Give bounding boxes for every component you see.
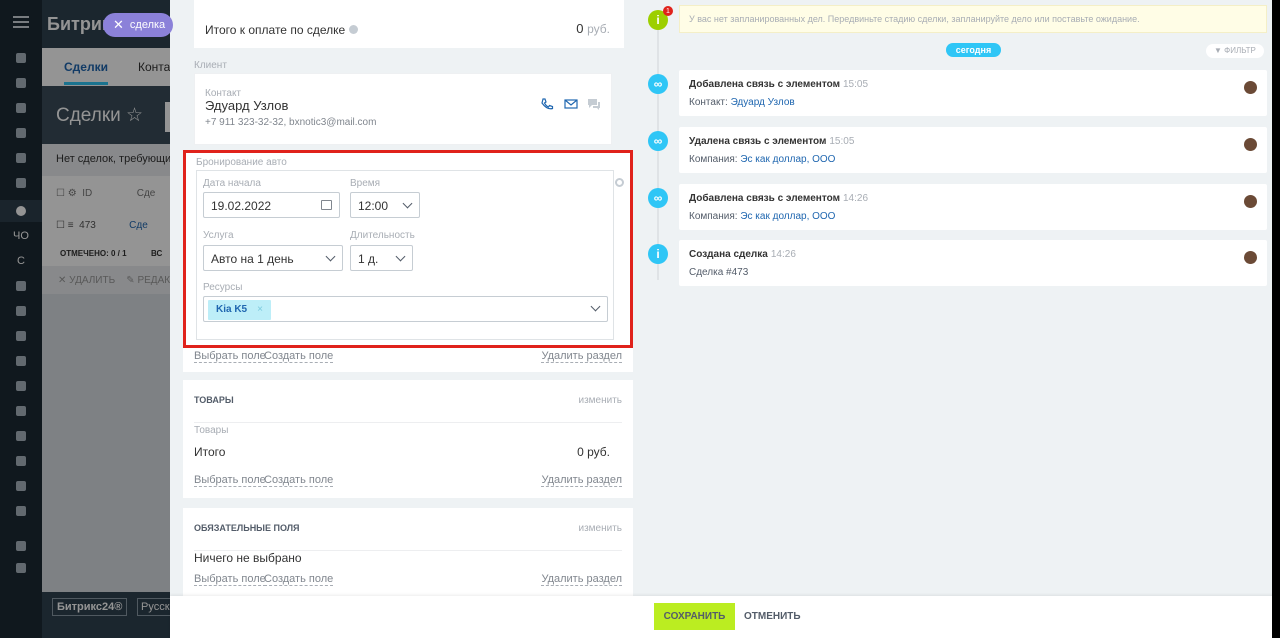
create-field-link[interactable]: Создать поле bbox=[264, 474, 334, 487]
remove-tag-icon[interactable]: × bbox=[257, 304, 263, 315]
settings-gear-icon[interactable] bbox=[615, 178, 624, 187]
timeline-filter-button[interactable]: ▼ ФИЛЬТР bbox=[1206, 44, 1264, 58]
event-link[interactable]: Эс как доллар, ООО bbox=[740, 154, 835, 165]
contact-info: +7 911 323-32-32, bxnotic3@mail.com bbox=[205, 117, 377, 128]
close-slider-button[interactable]: ✕ сделка bbox=[103, 13, 173, 37]
select-field-link[interactable]: Выбрать поле bbox=[194, 350, 266, 363]
unlink-icon: ∞ bbox=[648, 131, 668, 151]
timeline-event: Добавлена связь с элементом 15:05 Контакт… bbox=[679, 70, 1267, 116]
total-label: Итого к оплате по сделке bbox=[205, 23, 346, 37]
goods-section: ТОВАРЫ изменить Товары Итого 0 руб. Выбр… bbox=[183, 380, 633, 498]
contact-card: Контакт Эдуард Узлов +7 911 323-32-32, b… bbox=[194, 73, 612, 145]
link-icon: ∞ bbox=[648, 74, 668, 94]
timeline-event: Удалена связь с элементом 15:05 Компания:… bbox=[679, 127, 1267, 173]
help-icon[interactable] bbox=[349, 25, 359, 34]
info-icon: i bbox=[648, 244, 668, 264]
avatar[interactable] bbox=[1244, 138, 1257, 151]
select-field-link[interactable]: Выбрать поле bbox=[194, 573, 266, 586]
no-activities-warning: У вас нет запланированных дел. Передвинь… bbox=[679, 5, 1267, 33]
chevron-down-icon bbox=[402, 198, 413, 209]
total-value: 0 руб. bbox=[576, 21, 610, 36]
required-fields-section: ОБЯЗАТЕЛЬНЫЕ ПОЛЯ изменить Ничего не выб… bbox=[183, 508, 633, 596]
chevron-down-icon bbox=[590, 301, 601, 312]
deal-slider: Итого к оплате по сделке 0 руб. Клиент К… bbox=[170, 0, 1280, 638]
calendar-icon bbox=[321, 200, 332, 210]
select-field-link[interactable]: Выбрать поле bbox=[194, 474, 266, 487]
duration-label: Длительность bbox=[350, 230, 415, 241]
duration-select[interactable]: 1 д. bbox=[350, 245, 413, 271]
save-button[interactable]: СОХРАНИТЬ bbox=[654, 603, 735, 630]
resources-label: Ресурсы bbox=[203, 282, 243, 293]
footer-bar: СОХРАНИТЬ ОТМЕНИТЬ bbox=[170, 596, 1280, 638]
time-label: Время bbox=[350, 178, 381, 189]
goods-total-value: 0 руб. bbox=[577, 445, 610, 459]
avatar[interactable] bbox=[1244, 81, 1257, 94]
filter-icon: ▼ bbox=[1214, 46, 1225, 55]
resources-select[interactable]: Kia K5 × bbox=[203, 296, 608, 322]
required-empty-text: Ничего не выбрано bbox=[194, 551, 302, 565]
start-date-input[interactable]: 19.02.2022 bbox=[203, 192, 340, 218]
required-section-title: ОБЯЗАТЕЛЬНЫЕ ПОЛЯ bbox=[194, 523, 300, 533]
create-field-link[interactable]: Создать поле bbox=[264, 350, 334, 363]
booking-section-title: Бронирование авто bbox=[196, 157, 287, 168]
delete-section-link[interactable]: Удалить раздел bbox=[541, 474, 622, 487]
phone-icon[interactable] bbox=[540, 98, 554, 110]
goods-section-title: ТОВАРЫ bbox=[194, 395, 234, 405]
resource-tag: Kia K5 × bbox=[208, 300, 271, 320]
create-field-link[interactable]: Создать поле bbox=[264, 573, 334, 586]
avatar[interactable] bbox=[1244, 195, 1257, 208]
booking-section: Бронирование авто Дата начала 19.02.2022… bbox=[183, 150, 633, 348]
avatar[interactable] bbox=[1244, 251, 1257, 264]
client-section-label: Клиент bbox=[194, 60, 227, 71]
timeline-event: Добавлена связь с элементом 14:26 Компани… bbox=[679, 184, 1267, 230]
chat-icon[interactable] bbox=[587, 98, 601, 110]
event-link[interactable]: Эс как доллар, ООО bbox=[740, 211, 835, 222]
goods-total-label: Итого bbox=[194, 445, 226, 459]
deal-total-row: Итого к оплате по сделке 0 руб. bbox=[194, 0, 624, 48]
required-edit-link[interactable]: изменить bbox=[578, 523, 622, 534]
cancel-button[interactable]: ОТМЕНИТЬ bbox=[744, 603, 801, 630]
close-icon: ✕ bbox=[113, 17, 124, 32]
delete-section-link[interactable]: Удалить раздел bbox=[541, 573, 622, 586]
service-select[interactable]: Авто на 1 день bbox=[203, 245, 343, 271]
modal-overlay[interactable] bbox=[0, 0, 170, 638]
notification-badge: 1 bbox=[663, 6, 673, 16]
goods-label: Товары bbox=[194, 425, 229, 436]
chevron-down-icon bbox=[325, 251, 336, 262]
start-date-label: Дата начала bbox=[203, 178, 261, 189]
email-icon[interactable] bbox=[564, 98, 578, 110]
delete-section-link[interactable]: Удалить раздел bbox=[541, 350, 622, 363]
today-label: сегодня bbox=[946, 43, 1001, 57]
link-icon: ∞ bbox=[648, 188, 668, 208]
time-select[interactable]: 12:00 bbox=[350, 192, 420, 218]
event-link[interactable]: Эдуард Узлов bbox=[731, 97, 795, 108]
service-label: Услуга bbox=[203, 230, 234, 241]
booking-field-box: Дата начала 19.02.2022 Время 12:00 Услуг… bbox=[196, 170, 614, 340]
timeline-event: Создана сделка 14:26 Сделка #473 bbox=[679, 240, 1267, 286]
booking-links-row: Выбрать поле Создать поле Удалить раздел bbox=[183, 348, 633, 372]
goods-edit-link[interactable]: изменить bbox=[578, 395, 622, 406]
contact-name[interactable]: Эдуард Узлов bbox=[205, 98, 288, 113]
window-edge bbox=[1272, 0, 1280, 638]
chevron-down-icon bbox=[395, 251, 406, 262]
